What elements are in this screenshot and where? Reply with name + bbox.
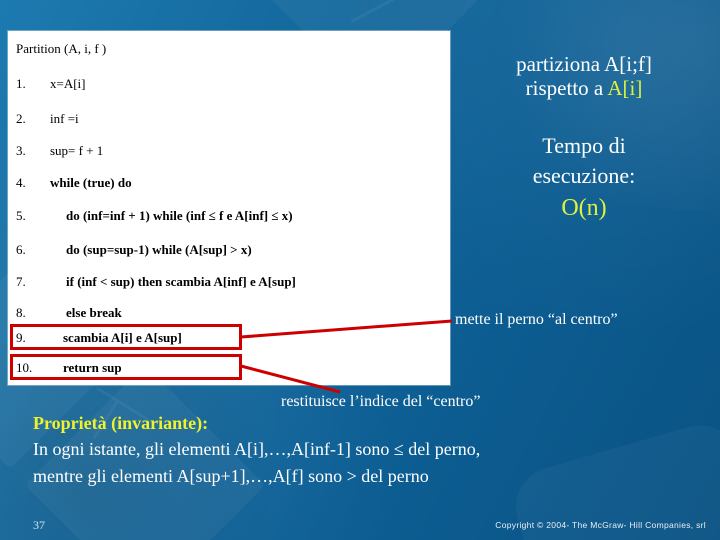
- caption-time-line1: Tempo di: [542, 133, 626, 158]
- code-line-5-number: 5.: [16, 208, 26, 223]
- code-line-8-number: 8.: [16, 305, 26, 320]
- invariant-block: Proprietà (invariante): In ogni istante,…: [33, 410, 693, 490]
- caption-partition-line1: partiziona A[i;f]: [516, 52, 652, 76]
- caption-partition: partiziona A[i;f] rispetto a A[i]: [455, 52, 713, 100]
- caption-complexity: O(n): [561, 195, 607, 222]
- background-stroke-c: [350, 0, 398, 24]
- slide-canvas: Partition (A, i, f ) 1. x=A[i] 2. inf =i…: [0, 0, 720, 540]
- highlight-box-line-10: [10, 354, 242, 380]
- code-line-3-text: sup= f + 1: [50, 143, 104, 158]
- code-line-9-number: 9.: [16, 330, 26, 345]
- caption-partition-line2-accent: A[i]: [607, 76, 643, 101]
- slide-number: 37: [33, 518, 45, 532]
- code-line-6-text: do (sup=sup-1) while (A[sup] > x): [66, 242, 252, 257]
- invariant-line-2: mentre gli elementi A[sup+1],…,A[f] sono…: [33, 466, 429, 487]
- code-line-7-number: 7.: [16, 274, 26, 289]
- caption-time-line2: esecuzione:: [532, 162, 636, 188]
- code-line-10-number: 10.: [16, 360, 33, 375]
- code-line-10-text: return sup: [63, 360, 122, 375]
- caption-running-time: Tempo di esecuzione: O(n): [455, 131, 713, 225]
- code-line-9-text: scambia A[i] e A[sup]: [63, 330, 182, 345]
- code-line-8-text: else break: [66, 305, 122, 320]
- note-return-index: restituisce l’indice del “centro”: [281, 393, 481, 410]
- pseudocode-signature: Partition (A, i, f ): [16, 41, 107, 56]
- note-pivot-center: mette il perno “al centro”: [455, 311, 618, 328]
- code-line-4-number: 4.: [16, 175, 26, 190]
- code-line-2-text: inf =i: [50, 111, 79, 126]
- code-line-4-text: while (true) do: [50, 175, 132, 190]
- invariant-line-1: In ogni istante, gli elementi A[i],…,A[i…: [33, 439, 481, 460]
- pseudocode-panel: Partition (A, i, f ) 1. x=A[i] 2. inf =i…: [8, 31, 450, 385]
- code-line-6-number: 6.: [16, 242, 26, 257]
- caption-partition-line2-prefix: rispetto a: [525, 76, 608, 101]
- code-line-2-number: 2.: [16, 111, 26, 126]
- code-line-7-text: if (inf < sup) then scambia A[inf] e A[s…: [66, 274, 296, 289]
- copyright-notice: Copyright © 2004- The McGraw- Hill Compa…: [495, 520, 706, 530]
- invariant-title: Proprietà (invariante):: [33, 413, 209, 433]
- code-line-3-number: 3.: [16, 143, 26, 158]
- code-line-1-number: 1.: [16, 76, 26, 91]
- code-line-1-text: x=A[i]: [50, 76, 86, 91]
- code-line-5-text: do (inf=inf + 1) while (inf ≤ f e A[inf]…: [66, 208, 293, 223]
